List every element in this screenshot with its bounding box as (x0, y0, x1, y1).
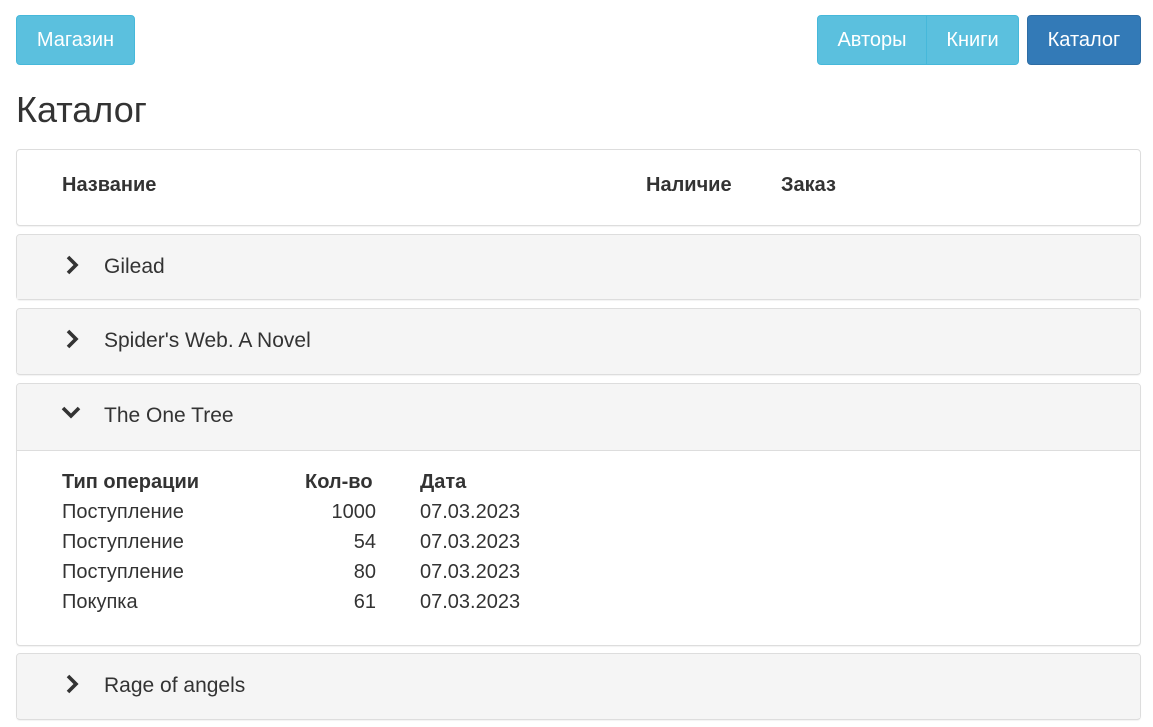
book-panel-rage-of-angels: Rage of angels (16, 653, 1141, 720)
column-header-quantity: Кол-во (305, 471, 373, 493)
column-header-order: Заказ (781, 174, 836, 196)
authors-button[interactable]: Авторы (817, 15, 927, 65)
operation-date: 07.03.2023 (420, 561, 521, 583)
page-title: Каталог (16, 89, 147, 130)
column-header-date: Дата (420, 471, 467, 493)
book-panel-the-one-tree: The One Tree Тип операции Кол-во Дата По… (16, 383, 1141, 646)
operation-quantity: 61 (353, 591, 376, 613)
operation-quantity: 1000 (331, 501, 377, 523)
book-panel-gilead: Gilead (16, 234, 1141, 300)
operation-date: 07.03.2023 (420, 501, 521, 523)
book-title: Gilead (104, 255, 165, 278)
book-panel-heading[interactable]: Spider's Web. A Novel (17, 309, 1140, 373)
chevron-right-icon (66, 255, 79, 275)
book-title: Rage of angels (104, 674, 246, 697)
shop-button[interactable]: Магазин (16, 15, 135, 65)
chevron-down-icon (61, 406, 81, 419)
catalog-table-header: Название Наличие Заказ (16, 149, 1141, 226)
book-panel-heading[interactable]: Gilead (17, 235, 1140, 299)
book-panel-heading[interactable]: Rage of angels (17, 654, 1140, 718)
column-header-stock: Наличие (646, 174, 732, 196)
operation-quantity: 80 (353, 561, 376, 583)
book-panel-heading[interactable]: The One Tree (17, 384, 1140, 451)
operation-date: 07.03.2023 (420, 591, 521, 613)
chevron-right-icon (66, 329, 79, 349)
nav-button-group: Авторы Книги (817, 15, 1019, 65)
chevron-right-icon (66, 674, 79, 694)
operation-date: 07.03.2023 (420, 531, 521, 553)
book-title: The One Tree (104, 404, 234, 427)
column-header-name: Название (62, 174, 157, 196)
books-button[interactable]: Книги (926, 15, 1019, 65)
operation-type: Поступление (62, 501, 184, 523)
column-header-operation-type: Тип операции (62, 471, 200, 493)
operation-type: Поступление (62, 531, 184, 553)
book-panel-spiders-web: Spider's Web. A Novel (16, 308, 1141, 375)
operation-quantity: 54 (353, 531, 376, 553)
catalog-button[interactable]: Каталог (1027, 15, 1141, 65)
operation-type: Поступление (62, 561, 184, 583)
operation-type: Покупка (62, 591, 138, 613)
book-title: Spider's Web. A Novel (104, 329, 311, 352)
